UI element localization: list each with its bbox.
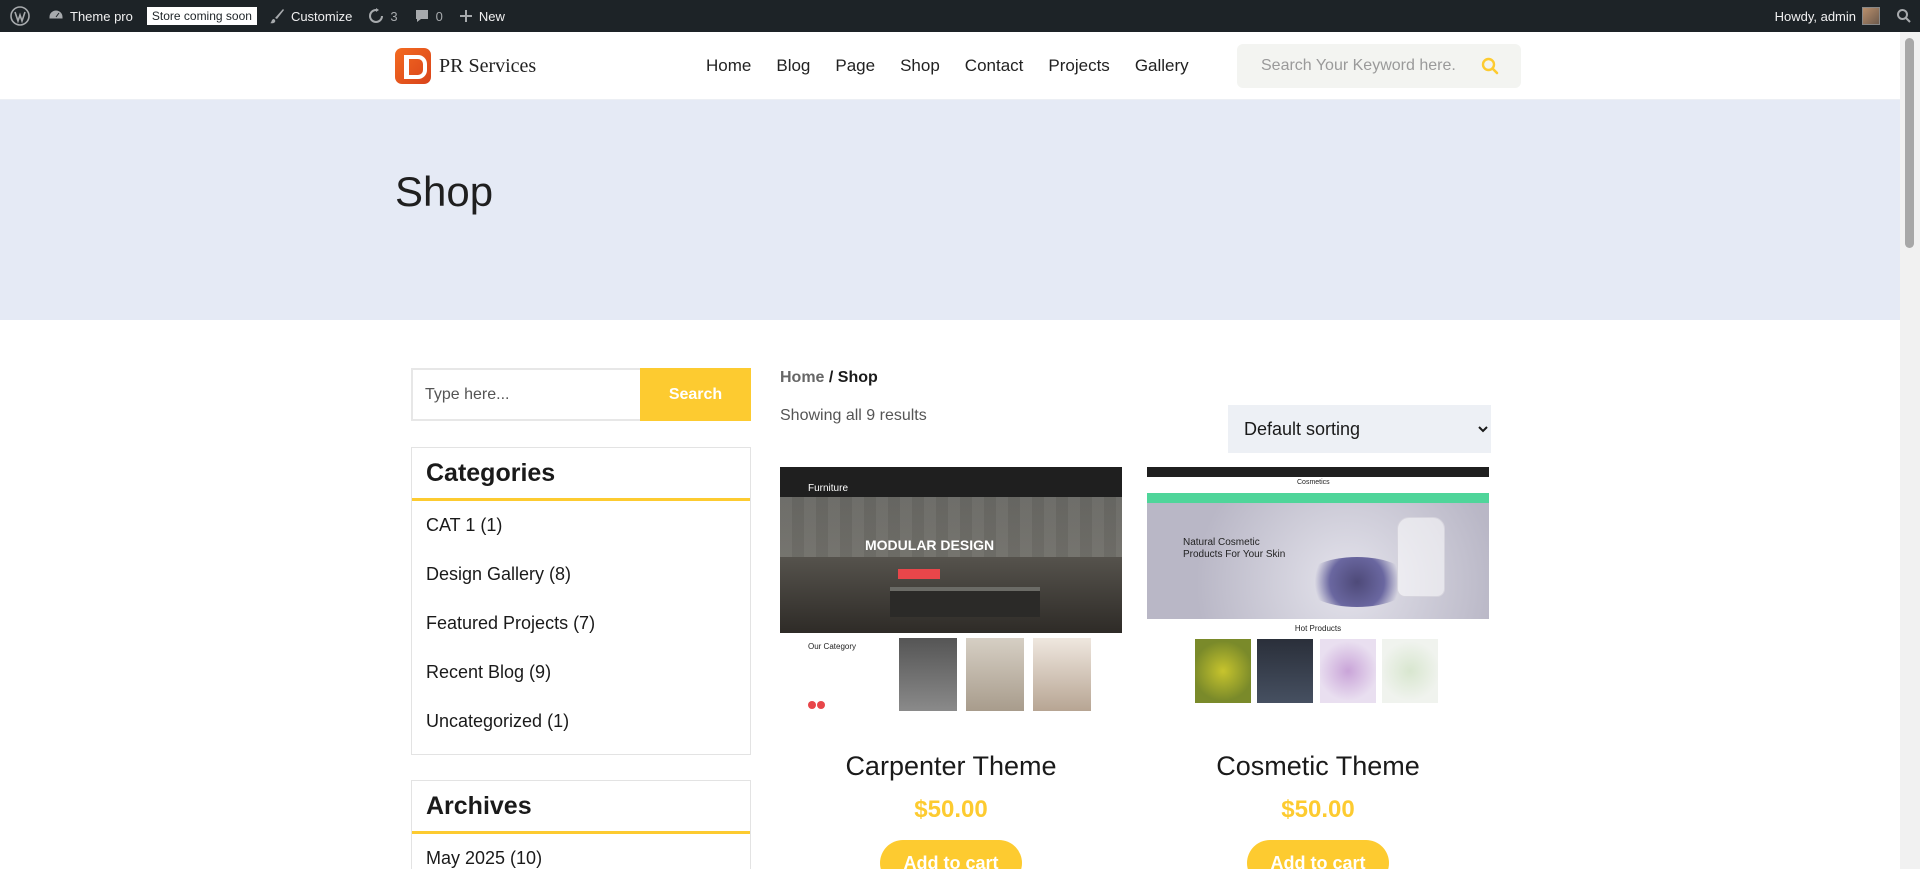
- nav-contact[interactable]: Contact: [965, 56, 1024, 76]
- categories-title: Categories: [412, 448, 750, 501]
- store-coming-soon-badge: Store coming soon: [146, 7, 257, 25]
- brush-icon: [269, 9, 284, 24]
- sidebar-search-button[interactable]: Search: [640, 368, 751, 421]
- plus-icon: [459, 10, 472, 22]
- result-count: Showing all 9 results: [780, 407, 927, 424]
- howdy-label: Howdy, admin: [1774, 8, 1856, 24]
- breadcrumb-current: Shop: [837, 369, 878, 386]
- category-item[interactable]: Recent Blog (9): [426, 658, 736, 707]
- product-card: Furniture MODULAR DESIGN Our Category Ca…: [780, 467, 1122, 869]
- search-icon[interactable]: [1481, 57, 1499, 75]
- updates-icon: [369, 8, 384, 23]
- sorting-select[interactable]: Default sorting: [1228, 405, 1491, 453]
- nav-gallery[interactable]: Gallery: [1135, 56, 1189, 76]
- image-brand-text: Furniture: [808, 483, 849, 494]
- image-brand-text: Cosmetics: [1297, 479, 1330, 486]
- search-icon: [1897, 9, 1911, 23]
- customize-link[interactable]: Customize: [261, 0, 360, 32]
- breadcrumb-home[interactable]: Home: [780, 369, 824, 386]
- page-banner: Shop: [0, 100, 1900, 320]
- product-title[interactable]: Carpenter Theme: [780, 751, 1122, 782]
- nav-projects[interactable]: Projects: [1048, 56, 1109, 76]
- categories-widget: Categories CAT 1 (1) Design Gallery (8) …: [411, 447, 751, 755]
- add-to-cart-button[interactable]: Add to cart: [880, 840, 1022, 869]
- customize-label: Customize: [290, 8, 353, 24]
- category-item[interactable]: CAT 1 (1): [426, 511, 736, 560]
- category-item[interactable]: Featured Projects (7): [426, 609, 736, 658]
- new-content-link[interactable]: New: [451, 0, 513, 32]
- product-price: $50.00: [914, 796, 988, 823]
- admin-search-button[interactable]: [1888, 0, 1920, 32]
- site-name: Theme pro: [70, 8, 133, 24]
- site-logo[interactable]: PR Services: [395, 48, 536, 84]
- product-price: $50.00: [1281, 796, 1355, 823]
- image-section-text: Our Category: [808, 642, 857, 651]
- scrollbar-thumb[interactable]: [1905, 38, 1914, 248]
- logo-text: PR Services: [439, 54, 537, 77]
- page-scrollbar[interactable]: [1900, 32, 1920, 869]
- category-item[interactable]: Uncategorized (1): [426, 707, 736, 756]
- sidebar-search-input[interactable]: [411, 368, 640, 421]
- header-search: [1237, 44, 1521, 88]
- nav-blog[interactable]: Blog: [776, 56, 810, 76]
- sidebar-search: Search: [411, 368, 751, 421]
- main-nav: Home Blog Page Shop Contact Projects Gal…: [706, 32, 1214, 100]
- add-to-cart-button[interactable]: Add to cart: [1247, 840, 1389, 869]
- archives-widget: Archives May 2025 (10): [411, 780, 751, 869]
- site-name-link[interactable]: Theme pro: [40, 0, 141, 32]
- avatar: [1862, 7, 1880, 25]
- logo-mark-icon: [395, 48, 431, 84]
- dashboard-icon: [48, 9, 64, 20]
- category-item[interactable]: Design Gallery (8): [426, 560, 736, 609]
- breadcrumb-separator: /: [824, 369, 838, 386]
- nav-home[interactable]: Home: [706, 56, 751, 76]
- image-headline-text: MODULAR DESIGN: [865, 537, 995, 553]
- nav-shop[interactable]: Shop: [900, 56, 940, 76]
- product-image[interactable]: Cosmetics Natural Cosmetic Products For …: [1147, 467, 1489, 725]
- product-card: Cosmetics Natural Cosmetic Products For …: [1147, 467, 1489, 869]
- product-title[interactable]: Cosmetic Theme: [1147, 751, 1489, 782]
- header-search-input[interactable]: [1261, 57, 1481, 75]
- image-section-text: Hot Products: [1294, 624, 1342, 633]
- comment-icon: [415, 10, 428, 22]
- page-title: Shop: [395, 168, 494, 215]
- archives-title: Archives: [412, 781, 750, 834]
- site-header: PR Services Home Blog Page Shop Contact …: [0, 32, 1900, 100]
- archive-item[interactable]: May 2025 (10): [426, 844, 736, 869]
- nav-page[interactable]: Page: [835, 56, 875, 76]
- product-image[interactable]: Furniture MODULAR DESIGN Our Category: [780, 467, 1122, 725]
- wordpress-logo-icon[interactable]: [0, 0, 40, 32]
- wp-admin-bar: Theme pro Store coming soon Customize 3 …: [0, 0, 1920, 32]
- store-status-link[interactable]: Store coming soon: [141, 0, 261, 32]
- image-headline-text: Natural Cosmetic Products For Your Skin: [1183, 537, 1286, 560]
- breadcrumb: Home / Shop: [780, 369, 878, 387]
- comments-link[interactable]: 0: [406, 0, 451, 32]
- updates-count: 3: [390, 8, 398, 24]
- updates-link[interactable]: 3: [360, 0, 405, 32]
- my-account-link[interactable]: Howdy, admin: [1767, 0, 1888, 32]
- comments-count: 0: [435, 8, 443, 24]
- new-label: New: [478, 8, 505, 24]
